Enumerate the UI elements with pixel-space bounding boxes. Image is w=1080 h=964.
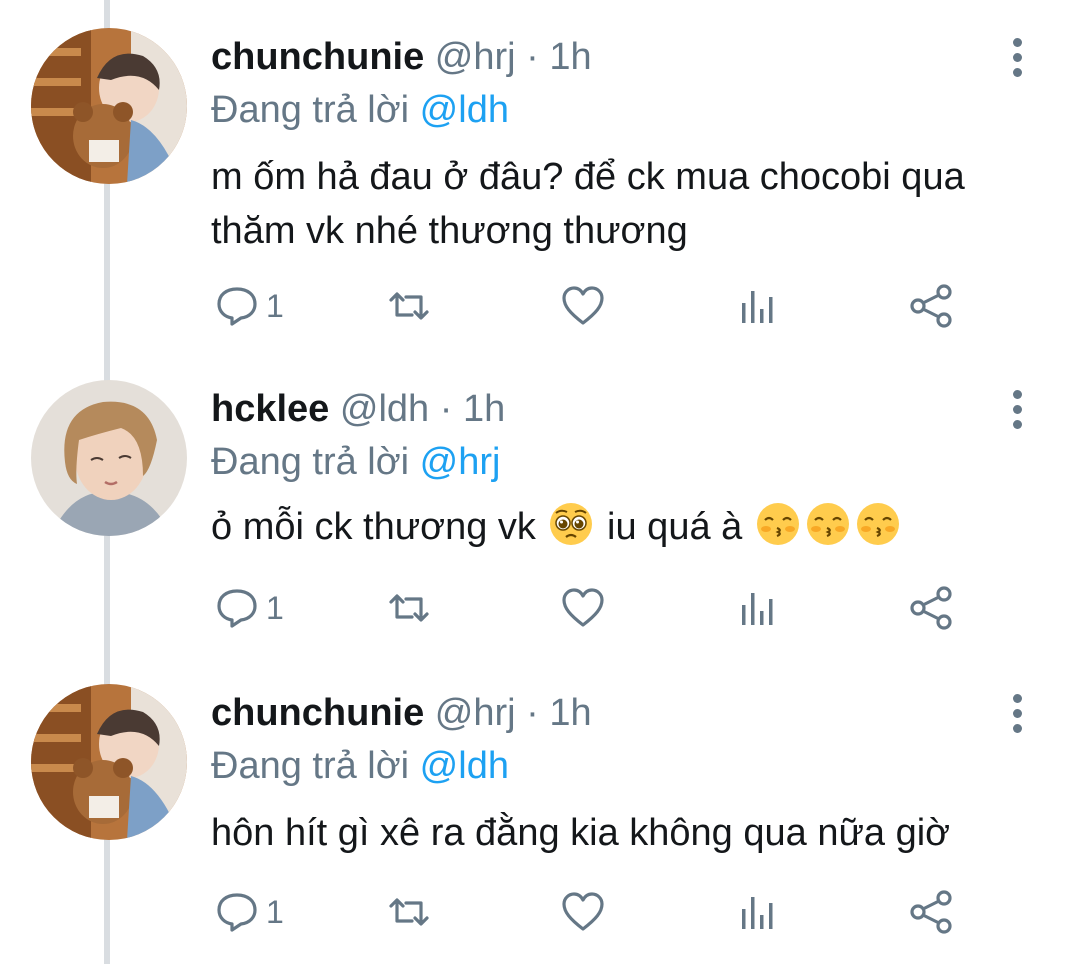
action-bar: 1 [0,888,1080,938]
replying-prefix: Đang trả lời [211,89,420,131]
more-options-icon[interactable] [1006,390,1028,434]
display-name[interactable]: chunchunie [211,36,424,78]
tweet-text: m ốm hả đau ở đâu? để ck mua chocobi qua… [211,156,965,252]
action-bar: 1 [0,584,1080,634]
kissing-face-icon [856,503,899,545]
tweet-text: hôn hít gì xê ra đằng kia không qua nữa … [211,812,951,854]
tweet[interactable]: chunchunie @hrj · 1h Đang trả lời @ldh h… [0,656,1080,956]
handle[interactable]: @hrj [435,36,516,78]
avatar[interactable] [31,684,187,840]
analytics-icon [742,897,773,929]
share-button[interactable] [908,282,954,330]
like-button[interactable] [560,282,606,330]
more-options-icon[interactable] [1006,38,1028,82]
separator: · [429,388,463,430]
heart-icon [562,892,604,931]
reply-button[interactable]: 1 [214,282,284,330]
like-button[interactable] [560,888,606,936]
replying-prefix: Đang trả lời [211,745,420,787]
kissing-face-icon [756,503,799,545]
mention-link[interactable]: @ldh [420,89,509,131]
reply-count: 1 [266,893,284,930]
share-button[interactable] [908,888,954,936]
handle[interactable]: @ldh [340,388,429,430]
tweet-header: chunchunie @hrj · 1h [211,33,592,81]
reply-icon [217,589,257,628]
handle[interactable]: @hrj [435,692,516,734]
retweet-button[interactable] [386,282,432,330]
tweet-header: chunchunie @hrj · 1h [211,689,592,737]
pleading-face-icon [550,503,593,545]
heart-icon [562,286,604,325]
tweet[interactable]: hcklee @ldh · 1h Đang trả lời @hrj ỏ mỗi… [0,352,1080,652]
reply-icon [217,893,257,932]
analytics-button[interactable] [736,282,782,330]
tweet[interactable]: chunchunie @hrj · 1h Đang trả lời @ldh m… [0,0,1080,328]
share-icon [910,284,952,328]
kissing-face-icon [806,503,849,545]
tweet-header: hcklee @ldh · 1h [211,385,505,433]
avatar[interactable] [31,380,187,536]
replying-to: Đang trả lời @hrj [211,438,500,486]
timestamp[interactable]: 1h [463,388,505,430]
separator: · [515,692,550,734]
retweet-icon [389,898,429,926]
analytics-button[interactable] [736,888,782,936]
mention-link[interactable]: @ldh [420,745,509,787]
mention-link[interactable]: @hrj [420,441,501,483]
tweet-text-part: iu quá à [607,506,743,548]
tweet-text-part: ỏ mỗi ck thương vk [211,506,536,548]
reply-icon [217,287,257,326]
more-options-icon[interactable] [1006,694,1028,738]
retweet-icon [389,594,429,622]
avatar-photo-portrait-icon [31,380,187,536]
action-bar: 1 [0,282,1080,332]
reply-count: 1 [266,589,284,626]
share-button[interactable] [908,584,954,632]
share-icon [910,586,952,630]
avatar-photo-bear-icon [31,684,187,840]
reply-count: 1 [266,287,284,324]
reply-button[interactable]: 1 [214,584,284,632]
analytics-icon [742,291,773,323]
replying-prefix: Đang trả lời [211,441,420,483]
separator: · [515,36,550,78]
display-name[interactable]: hcklee [211,388,329,430]
avatar-photo-bear-icon [31,28,187,184]
analytics-icon [742,593,773,625]
like-button[interactable] [560,584,606,632]
avatar[interactable] [31,28,187,184]
tweet-text: ỏ mỗi ck thương vk iu quá à [211,500,1051,554]
timestamp[interactable]: 1h [549,36,591,78]
analytics-button[interactable] [736,584,782,632]
reply-button[interactable]: 1 [214,888,284,936]
share-icon [910,890,952,934]
heart-icon [562,588,604,627]
retweet-button[interactable] [386,584,432,632]
retweet-icon [389,292,429,320]
display-name[interactable]: chunchunie [211,692,424,734]
retweet-button[interactable] [386,888,432,936]
replying-to: Đang trả lời @ldh [211,742,509,790]
timestamp[interactable]: 1h [549,692,591,734]
replying-to: Đang trả lời @ldh [211,86,509,134]
